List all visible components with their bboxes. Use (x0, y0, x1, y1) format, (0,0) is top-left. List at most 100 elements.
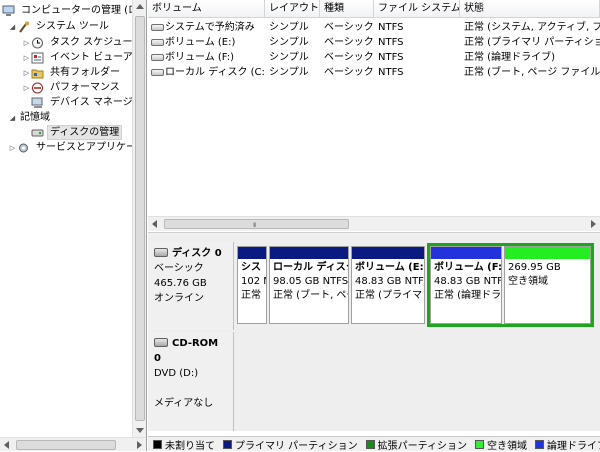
column-header-type[interactable]: 種類 (320, 0, 374, 18)
scroll-thumb[interactable] (135, 16, 145, 421)
cdrom-0-label[interactable]: CD-ROM 0 DVD (D:) メディアなし (148, 332, 234, 431)
partition-bar (352, 247, 424, 259)
tree-vertical-scrollbar[interactable] (132, 0, 146, 437)
volume-status: 正常 (論理ドライブ) (464, 52, 555, 63)
partition-size: 98.05 GB NTFS (273, 276, 348, 287)
volume-filesystem: NTFS (378, 22, 404, 33)
tree-item-disk-management[interactable]: ディスクの管理 (31, 125, 123, 140)
partition-local-disk-c[interactable]: ローカル ディスク (C:) 98.05 GB NTFS 正常 (ブート, ペー… (269, 246, 349, 324)
tree-item-label: サービスとアプリケーション (36, 142, 132, 153)
volume-status: 正常 (システム, アクティブ, プライマリ パーティション) (464, 22, 600, 33)
cdrom-drive: DVD (D:) (154, 368, 199, 379)
collapsed-arrow-icon[interactable]: ▷ (22, 69, 31, 77)
partition-title: ボリューム (F:) (434, 262, 501, 273)
services-icon (17, 142, 30, 154)
scroll-left-icon[interactable] (152, 220, 157, 228)
collapsed-arrow-icon[interactable]: ▷ (8, 144, 17, 152)
tree-item-performance[interactable]: ▷ パフォーマンス (22, 80, 123, 95)
volume-list-horizontal-scrollbar[interactable]: III (148, 216, 600, 231)
volume-row[interactable]: ボリューム (F:) シンプル ベーシック NTFS 正常 (論理ドライブ) (148, 50, 600, 65)
scroll-thumb[interactable] (16, 440, 116, 450)
legend-item-primary: プライマリ パーティション (223, 437, 358, 452)
computer-management-icon (2, 5, 15, 17)
volume-filesystem: NTFS (378, 52, 404, 63)
collapsed-arrow-icon[interactable]: ▷ (22, 39, 31, 47)
column-header-status[interactable]: 状態 (460, 0, 600, 18)
partition-title: ボリューム (E:) (355, 262, 424, 273)
legend-item-unallocated: 未割り当て (153, 437, 215, 452)
volume-row[interactable]: ローカル ディスク (C:) シンプル ベーシック NTFS 正常 (ブート, … (148, 65, 600, 80)
disk-size: 465.76 GB (154, 278, 207, 289)
tree-item-shared-folders[interactable]: ▷ 共有フォルダー (22, 65, 123, 80)
tree-horizontal-scrollbar[interactable] (0, 437, 146, 451)
partition-title: ローカル ディスク (C:) (273, 262, 348, 273)
legend-swatch (365, 439, 375, 449)
disk-management-icon (31, 127, 44, 139)
tree-item-system-tools[interactable]: ◢ システム ツール (8, 19, 112, 34)
disk-0-label[interactable]: ディスク 0 ベーシック 465.76 GB オンライン (148, 242, 234, 330)
tree-content: コンピューターの管理 (ローカル) ◢ システム ツール ▷ タスク スケジュー… (0, 0, 132, 437)
volume-layout: シンプル (269, 67, 309, 78)
expanded-arrow-icon[interactable]: ◢ (8, 114, 17, 122)
tree-item-label: タスク スケジューラ (50, 37, 132, 48)
partition-status: 空き領域 (508, 276, 548, 287)
collapsed-arrow-icon[interactable]: ▷ (22, 84, 31, 92)
disk-status: オンライン (154, 293, 204, 304)
volume-row[interactable]: システムで予約済み シンプル ベーシック NTFS 正常 (システム, アクティ… (148, 20, 600, 35)
partition-system-reserved[interactable]: シス 102 MB 正常 (237, 246, 267, 324)
partition-bar (505, 247, 590, 259)
volume-type: ベーシック (324, 52, 374, 63)
scroll-left-icon[interactable] (4, 441, 9, 449)
expanded-arrow-icon[interactable]: ◢ (8, 23, 17, 31)
disk-graphic-area: ディスク 0 ベーシック 465.76 GB オンライン シス 102 MB 正… (148, 236, 600, 431)
scroll-right-icon[interactable] (137, 441, 142, 449)
volume-row[interactable]: ボリューム (E:) シンプル ベーシック NTFS 正常 (プライマリ パーテ… (148, 35, 600, 50)
legend-label: 未割り当て (165, 440, 215, 452)
volume-status: 正常 (プライマリ パーティション) (464, 37, 600, 48)
legend-item-extended: 拡張パーティション (365, 437, 467, 452)
drive-icon (151, 54, 164, 61)
volume-type: ベーシック (324, 37, 374, 48)
partition-status: 正常 (プライマリ) (355, 290, 424, 301)
tree-item-storage[interactable]: ◢ 記憶域 (8, 110, 53, 125)
volume-type: ベーシック (324, 22, 374, 33)
column-header-layout[interactable]: レイアウト (265, 0, 320, 18)
legend-item-free-space: 空き領域 (475, 437, 527, 452)
partition-bar (431, 247, 501, 259)
collapsed-arrow-icon[interactable]: ▷ (22, 54, 31, 62)
scroll-grip: III (253, 222, 256, 229)
tree-item-task-scheduler[interactable]: ▷ タスク スケジューラ (22, 35, 132, 50)
volume-type: ベーシック (324, 67, 374, 78)
tree-item-event-viewer[interactable]: ▷ イベント ビューアー (22, 50, 132, 65)
scroll-down-icon[interactable] (136, 428, 144, 433)
cdrom-media: メディアなし (154, 398, 214, 409)
scroll-thumb[interactable]: III (164, 219, 349, 229)
legend-label: 空き領域 (487, 440, 527, 452)
tree-item-label: システム ツール (36, 21, 109, 32)
partition-free-space[interactable]: 269.95 GB 空き領域 (504, 246, 591, 324)
legend-swatch (475, 439, 484, 449)
partition-volume-f[interactable]: ボリューム (F:) 48.83 GB NTFS 正常 (論理ドライブ) (430, 246, 502, 324)
scroll-up-icon[interactable] (136, 4, 144, 9)
performance-icon (31, 82, 44, 94)
partition-size: 48.83 GB NTFS (355, 276, 424, 287)
tree-item-services-applications[interactable]: ▷ サービスとアプリケーション (8, 140, 132, 155)
tree-item-label: ディスクの管理 (47, 125, 123, 140)
tools-icon (17, 21, 30, 33)
legend-label: 論理ドライブ (547, 440, 600, 452)
drive-icon (151, 24, 164, 31)
tree-item-computer-management[interactable]: コンピューターの管理 (ローカル) (2, 3, 132, 18)
drive-icon (151, 69, 164, 76)
tree-item-label: デバイス マネージャー (50, 97, 132, 108)
tree-item-label: イベント ビューアー (50, 52, 132, 63)
clock-icon (31, 37, 44, 49)
scroll-right-icon[interactable] (591, 220, 596, 228)
partition-bar (238, 247, 266, 259)
column-header-volume[interactable]: ボリューム (148, 0, 265, 18)
tree-item-device-manager[interactable]: デバイス マネージャー (31, 95, 132, 110)
partition-size: 269.95 GB (508, 262, 561, 273)
volume-name: ボリューム (E:) (165, 37, 236, 48)
column-header-filesystem[interactable]: ファイル システム (374, 0, 460, 18)
legend-swatch (153, 439, 162, 449)
partition-volume-e[interactable]: ボリューム (E:) 48.83 GB NTFS 正常 (プライマリ) (351, 246, 425, 324)
